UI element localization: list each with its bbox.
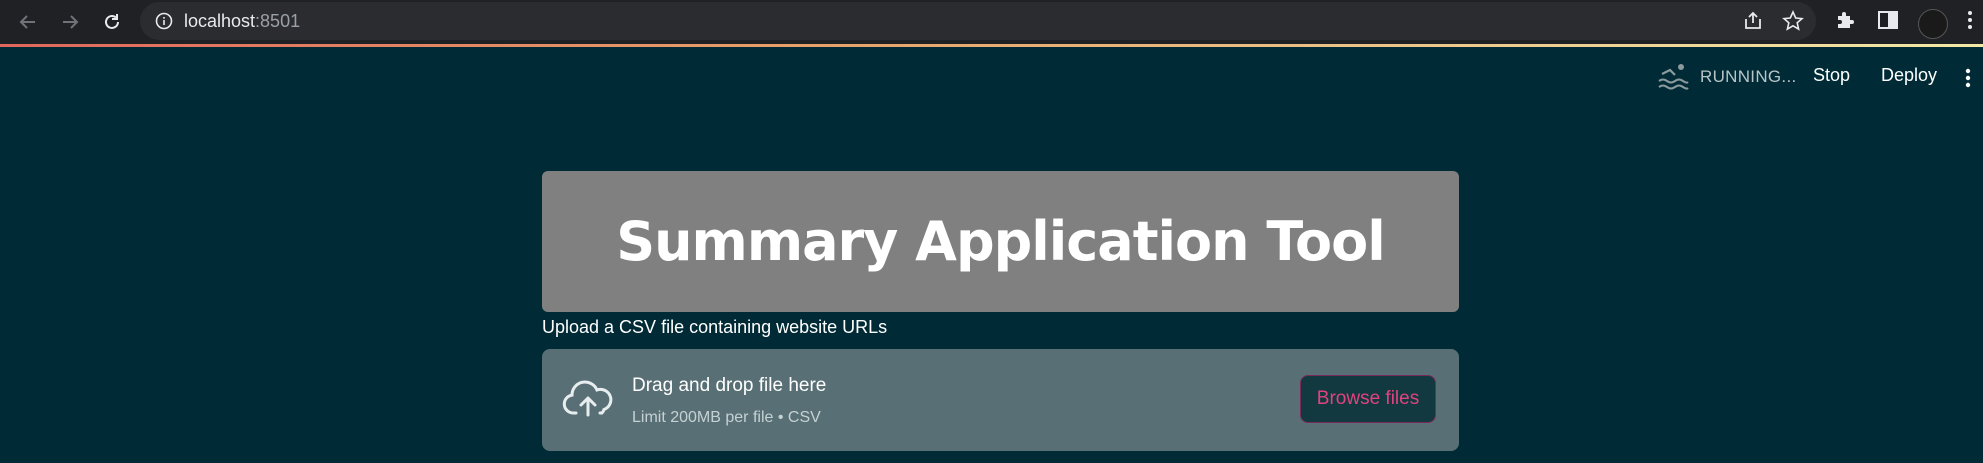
url-host: localhost bbox=[184, 11, 256, 31]
sidepanel-icon[interactable] bbox=[1876, 8, 1900, 37]
dropzone-limit-text: Limit 200MB per file • CSV bbox=[632, 409, 821, 426]
star-icon[interactable] bbox=[1782, 10, 1804, 37]
back-button[interactable] bbox=[11, 5, 45, 39]
reload-button[interactable] bbox=[95, 5, 129, 39]
browse-files-button[interactable]: Browse files bbox=[1300, 375, 1436, 423]
app-header: RUNNING... Stop Deploy bbox=[0, 47, 1983, 107]
url-text: localhost:8501 bbox=[184, 11, 300, 31]
avatar[interactable] bbox=[1918, 9, 1948, 39]
kebab-icon[interactable] bbox=[1964, 66, 1972, 95]
address-bar[interactable]: localhost:8501 bbox=[140, 2, 1816, 40]
info-icon[interactable] bbox=[154, 11, 174, 36]
share-icon[interactable] bbox=[1742, 10, 1764, 37]
file-dropzone[interactable]: Drag and drop file here Limit 200MB per … bbox=[542, 349, 1459, 451]
cloud-upload-icon bbox=[562, 379, 614, 424]
page-title: Summary Application Tool bbox=[616, 210, 1386, 273]
upload-label: Upload a CSV file containing website URL… bbox=[542, 317, 888, 337]
chrome-menu-icon[interactable] bbox=[1966, 8, 1974, 37]
browser-toolbar: localhost:8501 bbox=[0, 0, 1983, 44]
dropzone-title: Drag and drop file here bbox=[632, 375, 827, 396]
running-status: RUNNING... bbox=[1700, 67, 1797, 86]
title-banner: Summary Application Tool bbox=[542, 171, 1459, 312]
reload-icon bbox=[105, 14, 119, 29]
url-port: :8501 bbox=[255, 11, 301, 31]
forward-button[interactable] bbox=[53, 5, 87, 39]
forward-arrow-icon bbox=[63, 15, 79, 29]
puzzle-icon[interactable] bbox=[1834, 8, 1858, 37]
back-arrow-icon bbox=[19, 15, 35, 29]
swimmer-icon bbox=[1656, 62, 1690, 97]
stop-button[interactable]: Stop bbox=[1813, 65, 1850, 86]
deploy-button[interactable]: Deploy bbox=[1881, 65, 1937, 86]
